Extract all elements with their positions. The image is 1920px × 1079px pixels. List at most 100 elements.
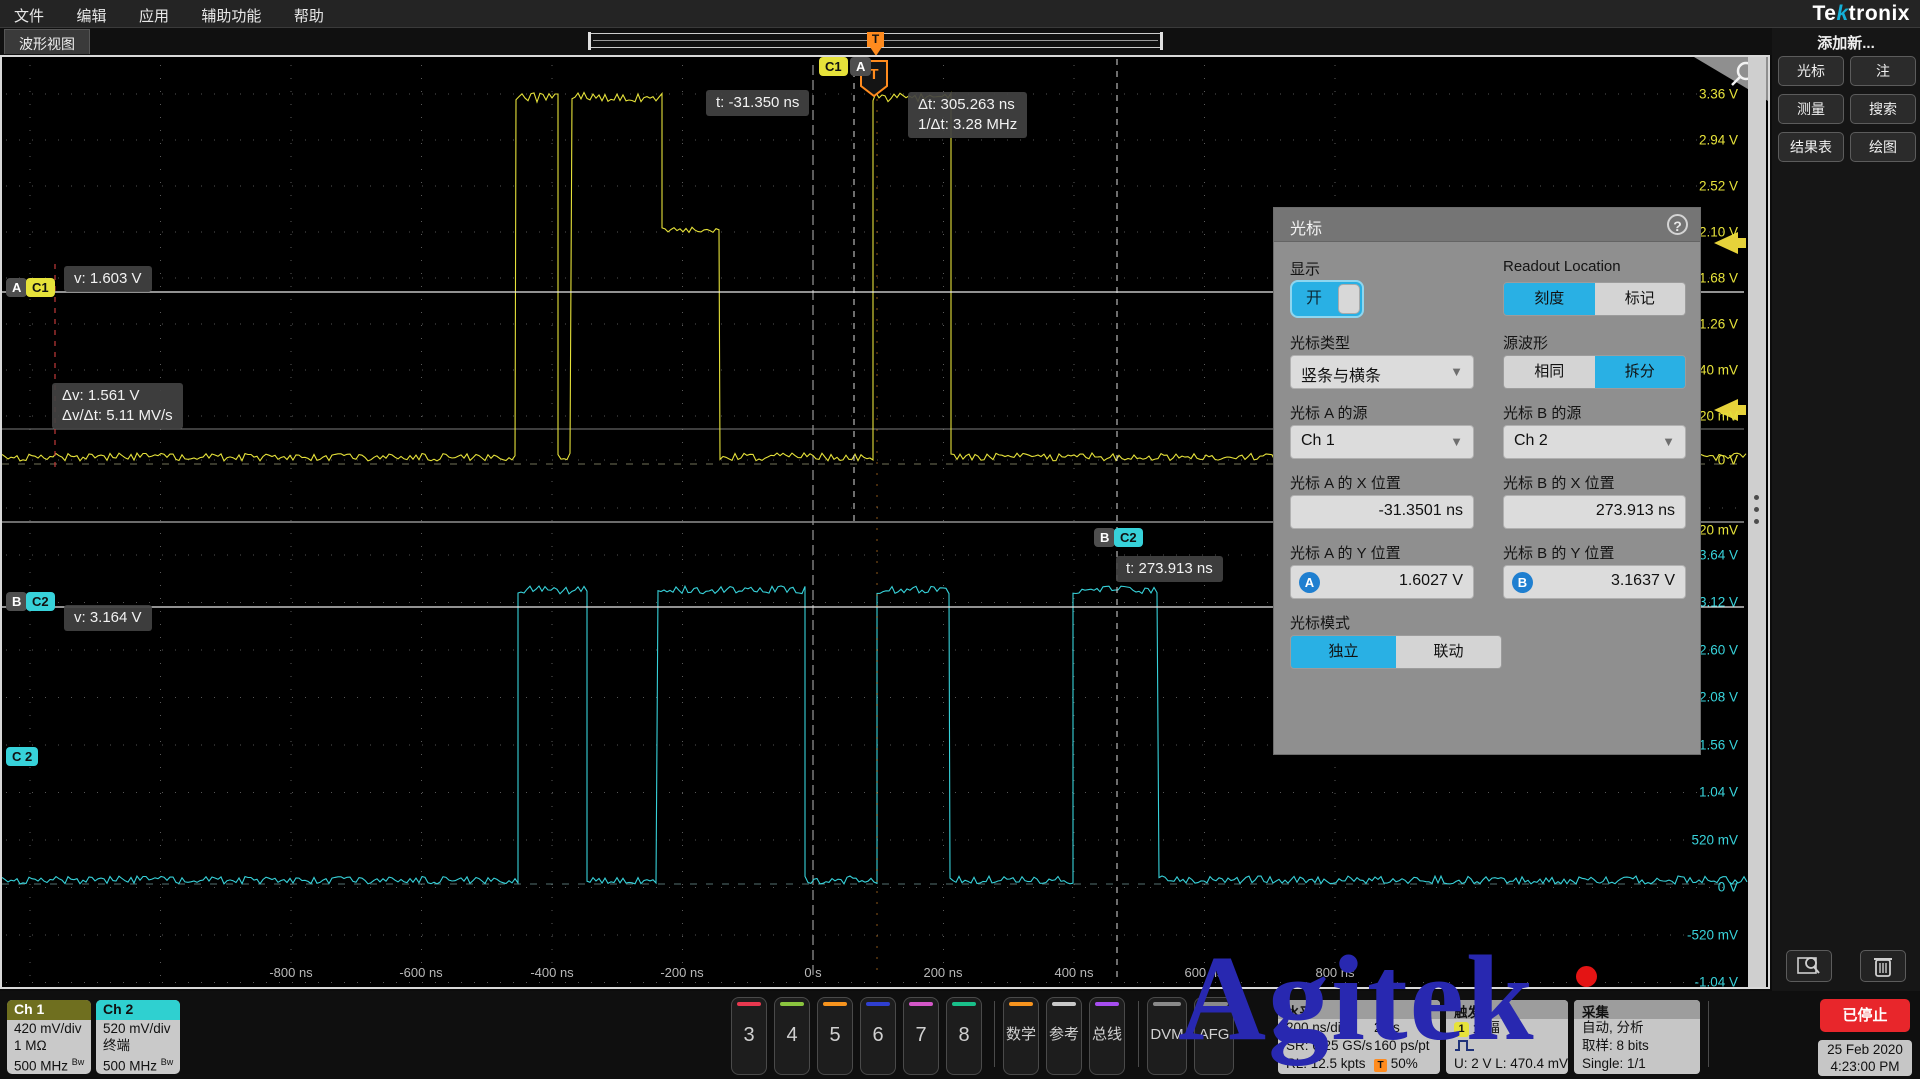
trigger-position-indicator-icon[interactable]: T xyxy=(867,32,884,47)
trash-icon xyxy=(1873,954,1893,978)
cursor-a-y-value: 1.6027 V xyxy=(1399,572,1463,589)
source-waveform-segment: 相同 拆分 xyxy=(1503,355,1686,389)
y-label-ch2: -520 mV xyxy=(1687,928,1738,943)
channel-5-button[interactable]: 5 xyxy=(817,997,853,1075)
position-bar-right-cap xyxy=(1160,32,1163,50)
cursor-b-left-badge[interactable]: B xyxy=(6,592,27,611)
tab-waveform-view[interactable]: 波形视图 xyxy=(4,29,90,54)
menu-utility[interactable]: 辅助功能 xyxy=(187,0,275,31)
mode-independent-option[interactable]: 独立 xyxy=(1291,636,1396,668)
cursor-settings-panel: 光标 ? 显示 开 Readout Location 刻度 标记 光标类型 竖条… xyxy=(1273,207,1701,755)
channel-2-scale: 520 mV/div xyxy=(96,1020,180,1037)
menu-apps[interactable]: 应用 xyxy=(125,0,183,31)
screen-zoom-button[interactable] xyxy=(1786,950,1832,982)
sidebar-note-button[interactable]: 注 xyxy=(1850,56,1916,86)
separator xyxy=(994,1001,995,1067)
sidebar-results-table-button[interactable]: 结果表 xyxy=(1778,132,1844,162)
chevron-down-icon: ▼ xyxy=(1450,364,1463,379)
cursor-a-left-source-badge[interactable]: C1 xyxy=(26,278,55,297)
cursor-a-left-badge[interactable]: A xyxy=(6,278,27,297)
cursor-a-badge[interactable]: A xyxy=(850,57,871,76)
x-label: 0 s xyxy=(804,965,821,980)
channel-6-button[interactable]: 6 xyxy=(860,997,896,1075)
cursor-a-source-label: 光标 A 的源 xyxy=(1290,402,1368,423)
readout-location-segment: 刻度 标记 xyxy=(1503,282,1686,316)
watermark-red-dot xyxy=(1576,966,1597,987)
grip-dot-icon xyxy=(1754,495,1759,500)
channel-1-impedance: 1 MΩ xyxy=(7,1037,91,1054)
cursor-b-left-source-badge[interactable]: C2 xyxy=(26,592,55,611)
bus-button[interactable]: 总线 xyxy=(1089,997,1125,1075)
toggle-knob xyxy=(1338,284,1360,314)
agitek-watermark: Agitek xyxy=(1178,938,1536,1060)
cursor-b-x-label: 光标 B 的 X 位置 xyxy=(1503,472,1615,493)
y-label-ch1: 2.10 V xyxy=(1699,225,1738,240)
reference-button[interactable]: 参考 xyxy=(1046,997,1082,1075)
menu-file[interactable]: 文件 xyxy=(0,0,58,31)
menu-edit[interactable]: 编辑 xyxy=(62,0,120,31)
channel-1-name: Ch 1 xyxy=(7,1000,91,1020)
source-same-option[interactable]: 相同 xyxy=(1504,356,1595,388)
y-label-ch2: 0 V xyxy=(1718,880,1738,895)
sidebar-cursor-button[interactable]: 光标 xyxy=(1778,56,1844,86)
stopped-button[interactable]: 已停止 xyxy=(1820,999,1910,1032)
readout-mark-option[interactable]: 标记 xyxy=(1595,283,1686,315)
cursor-a-time-readout: t: -31.350 ns xyxy=(706,90,809,116)
y-label-ch2: -1.04 V xyxy=(1694,975,1738,990)
display-toggle[interactable]: 开 xyxy=(1290,280,1364,318)
cursor-a-source-dropdown[interactable]: Ch 1 ▼ xyxy=(1290,425,1474,459)
chevron-down-icon: ▼ xyxy=(1662,434,1675,449)
cursor-b-source-value: Ch 2 xyxy=(1514,432,1548,449)
sidebar-plot-button[interactable]: 绘图 xyxy=(1850,132,1916,162)
cursor-type-dropdown[interactable]: 竖条与横条 ▼ xyxy=(1290,355,1474,389)
delta-t-readout: Δt: 305.263 ns1/Δt: 3.28 MHz xyxy=(908,92,1027,138)
channel-2-impedance: 终端 xyxy=(96,1037,180,1054)
cursor-b-source-badge[interactable]: C2 xyxy=(1114,528,1143,547)
cursor-b-x-input[interactable]: 273.913 ns xyxy=(1503,495,1686,529)
right-scroll-strip[interactable] xyxy=(1748,57,1766,987)
channel-4-button[interactable]: 4 xyxy=(774,997,810,1075)
position-bar-left-cap xyxy=(588,32,591,50)
cursor-b-voltage-readout: v: 3.164 V xyxy=(64,605,152,631)
y-label-ch1: 0 V xyxy=(1718,453,1738,468)
sidebar-search-button[interactable]: 搜索 xyxy=(1850,94,1916,124)
dvm-color-stripe xyxy=(1153,1002,1181,1006)
cursor-a-source-value: Ch 1 xyxy=(1301,432,1335,449)
cursor-mode-label: 光标模式 xyxy=(1290,612,1350,633)
channel-1-bandwidth: 500 MHz Bw xyxy=(7,1054,91,1074)
cursor-b-y-input[interactable]: B 3.1637 V xyxy=(1503,565,1686,599)
mode-linked-option[interactable]: 联动 xyxy=(1396,636,1501,668)
cursor-b-circle-badge: B xyxy=(1512,572,1533,593)
channel-3-button[interactable]: 3 xyxy=(731,997,767,1075)
source-split-option[interactable]: 拆分 xyxy=(1595,356,1686,388)
math-button[interactable]: 数学 xyxy=(1003,997,1039,1075)
cursor-a-y-input[interactable]: A 1.6027 V xyxy=(1290,565,1474,599)
channel-7-button[interactable]: 7 xyxy=(903,997,939,1075)
channel-6-color-stripe xyxy=(866,1002,890,1006)
channel-2-badge[interactable]: Ch 2 520 mV/div 终端 500 MHz Bw xyxy=(96,1000,180,1074)
readout-scale-option[interactable]: 刻度 xyxy=(1504,283,1595,315)
cursor-b-source-dropdown[interactable]: Ch 2 ▼ xyxy=(1503,425,1686,459)
tektronix-logo: Tektronix xyxy=(1813,2,1910,26)
trash-button[interactable] xyxy=(1860,950,1906,982)
magnifier-icon xyxy=(1797,954,1821,978)
y-label-ch2: 3.12 V xyxy=(1699,595,1738,610)
bottom-bar: Ch 1 420 mV/div 1 MΩ 500 MHz Bw Ch 2 520… xyxy=(0,991,1920,1079)
acquisition-settings-box[interactable]: 采集 自动, 分析 取样: 8 bits Single: 1/1 xyxy=(1574,1000,1700,1074)
channel-3-color-stripe xyxy=(737,1002,761,1006)
acquisition-title: 采集 xyxy=(1574,1000,1700,1019)
panel-title: 光标 xyxy=(1274,208,1700,242)
grip-dot-icon xyxy=(1754,519,1759,524)
channel-2-handle-badge[interactable]: C 2 xyxy=(6,747,38,766)
cursor-b-badge[interactable]: B xyxy=(1094,528,1115,547)
y-label-ch2: 520 mV xyxy=(1691,833,1738,848)
sidebar-measure-button[interactable]: 测量 xyxy=(1778,94,1844,124)
cursor-a-x-input[interactable]: -31.3501 ns xyxy=(1290,495,1474,529)
cursor-a-circle-badge: A xyxy=(1299,572,1320,593)
cursor-b-y-value: 3.1637 V xyxy=(1611,572,1675,589)
channel-1-badge[interactable]: Ch 1 420 mV/div 1 MΩ 500 MHz Bw xyxy=(7,1000,91,1074)
channel-8-button[interactable]: 8 xyxy=(946,997,982,1075)
menu-help[interactable]: 帮助 xyxy=(280,0,338,31)
cursor-a-source-badge[interactable]: C1 xyxy=(819,57,848,76)
help-icon[interactable]: ? xyxy=(1667,214,1688,235)
